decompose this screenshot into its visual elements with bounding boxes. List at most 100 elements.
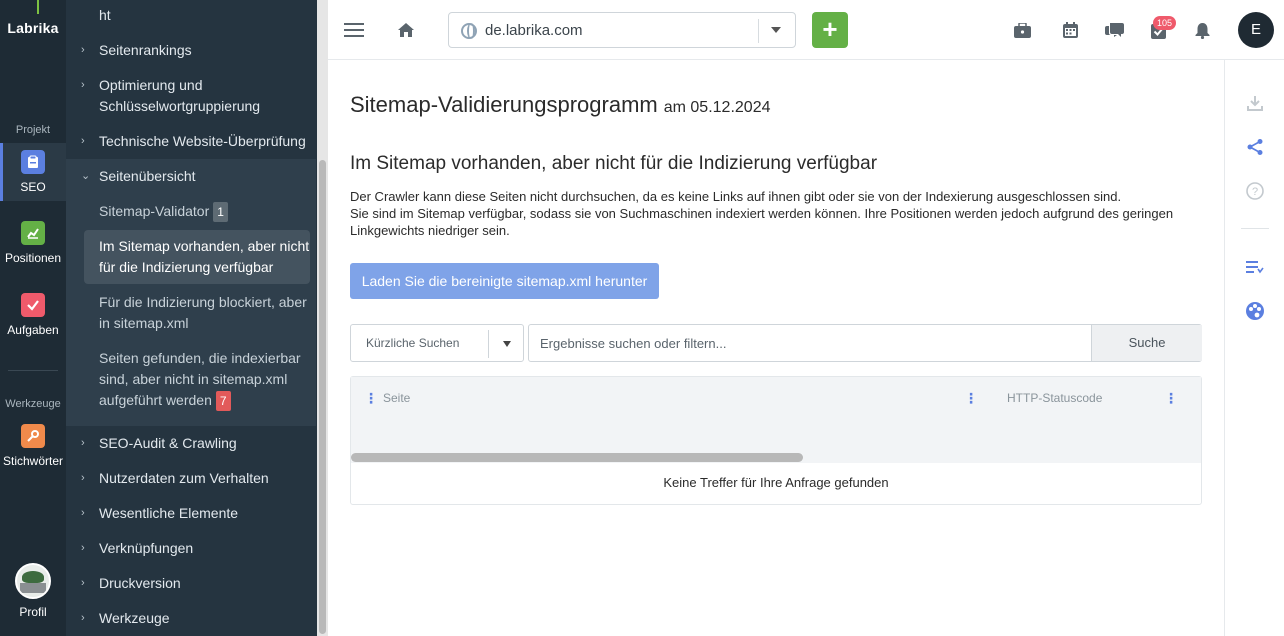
right-toolbar: ? <box>1224 60 1284 636</box>
logo-accent <box>37 0 39 14</box>
results-table: ⋮ Seite ⋮ HTTP-Statuscode ⋮ Keine Treffe… <box>350 376 1202 505</box>
count-badge: 7 <box>215 391 231 412</box>
nav-item-label: ht <box>99 7 111 23</box>
recent-searches-label: Kürzliche Suchen <box>366 336 460 350</box>
calendar-icon[interactable] <box>1060 20 1080 40</box>
share-icon[interactable] <box>1245 137 1265 157</box>
palette-icon[interactable] <box>1245 301 1265 321</box>
nav-scrollbar[interactable] <box>317 0 328 636</box>
help-icon[interactable]: ? <box>1245 181 1265 201</box>
globe-icon <box>461 23 477 39</box>
rail-item-positions[interactable]: Positionen <box>0 221 66 265</box>
notification-badge: 105 <box>1153 16 1177 30</box>
check-icon <box>21 293 45 317</box>
download-sitemap-button[interactable]: Laden Sie die bereinigte sitemap.xml her… <box>350 263 659 299</box>
rail-item-tasks[interactable]: Aufgaben <box>0 293 66 337</box>
chat-icon[interactable] <box>1103 20 1125 40</box>
rail-item-seo[interactable]: SEO <box>0 143 66 201</box>
chart-icon <box>21 221 45 245</box>
nav-item-werkzeuge[interactable]: › Werkzeuge <box>66 608 316 629</box>
nav-item-label: Seitenübersicht <box>99 168 196 184</box>
search-button[interactable]: Suche <box>1091 325 1202 361</box>
empty-state-text: Keine Treffer für Ihre Anfrage gefunden <box>663 475 889 490</box>
chevron-right-icon: › <box>81 577 85 589</box>
key-icon <box>21 424 45 448</box>
nav-item-label: Druckversion <box>99 575 181 591</box>
nav-item-wesentliche-elemente[interactable]: › Wesentliche Elemente <box>66 503 316 524</box>
column-menu-icon[interactable]: ⋮ <box>964 391 978 405</box>
add-button[interactable]: + <box>812 12 848 48</box>
description-line: Der Crawler kann diese Seiten nicht durc… <box>350 189 1122 204</box>
chevron-down-icon: ⌄ <box>81 170 91 182</box>
rail-divider <box>8 370 58 371</box>
nav-item-druckversion[interactable]: › Druckversion <box>66 573 316 594</box>
chevron-right-icon: › <box>81 44 85 56</box>
recent-searches-select[interactable]: Kürzliche Suchen <box>350 324 524 362</box>
toolbar-divider <box>1241 228 1269 229</box>
nav-item-label: Nutzerdaten zum Verhalten <box>99 470 269 486</box>
clipboard-icon <box>21 150 45 174</box>
rail-item-label: Profil <box>19 605 47 619</box>
nav-item-verknuepfungen[interactable]: › Verknüpfungen <box>66 538 316 559</box>
download-icon[interactable] <box>1245 93 1265 113</box>
briefcase-icon[interactable] <box>1012 20 1032 40</box>
rail-item-keywords[interactable]: Stichwörter <box>0 424 66 468</box>
nav-item-optimierung[interactable]: › Optimierung und Schlüsselwortgruppieru… <box>66 75 316 117</box>
subnav-label: Im Sitemap vorhanden, aber nicht für die… <box>99 238 310 275</box>
column-menu-icon[interactable]: ⋮ <box>1164 391 1178 405</box>
subnav-label: Sitemap-Validator <box>99 203 210 219</box>
nav-item-label: Seitenrankings <box>99 42 192 58</box>
subnav-in-sitemap-not-indexable[interactable]: Im Sitemap vorhanden, aber nicht für die… <box>99 236 311 278</box>
domain-value: de.labrika.com <box>485 22 583 39</box>
count-badge: 1 <box>213 202 228 223</box>
nav-item-seo-audit[interactable]: › SEO-Audit & Crawling <box>66 433 316 454</box>
menu-icon[interactable] <box>342 18 366 42</box>
icon-rail: Labrika Projekt SEO Positionen Aufgaben … <box>0 0 66 636</box>
horizontal-scrollbar[interactable] <box>351 453 803 462</box>
app-logo[interactable]: Labrika <box>0 20 66 36</box>
domain-select[interactable]: de.labrika.com <box>448 12 796 48</box>
subnav-blocked-in-sitemap[interactable]: Für die Indizierung blockiert, aber in s… <box>99 292 311 334</box>
nav-item-seitenrankings[interactable]: › Seitenrankings <box>66 40 316 61</box>
chevron-right-icon: › <box>81 79 85 91</box>
profile-avatar <box>15 563 51 599</box>
rail-section-tools: Werkzeuge <box>5 398 61 410</box>
subnav-sitemap-validator[interactable]: Sitemap-Validator 1 <box>99 201 311 223</box>
page-title: Sitemap-Validierungsprogramm am 05.12.202… <box>350 92 770 118</box>
description: Der Crawler kann diese Seiten nicht durc… <box>350 188 1210 239</box>
chevron-right-icon: › <box>81 612 85 624</box>
column-header-http-status[interactable]: HTTP-Statuscode <box>1007 391 1102 405</box>
nav-item-partial[interactable]: ht <box>66 5 316 26</box>
main-content: Sitemap-Validierungsprogramm am 05.12.202… <box>328 60 1224 636</box>
chevron-right-icon: › <box>81 542 85 554</box>
rail-item-profile[interactable]: Profil <box>0 563 66 619</box>
home-icon[interactable] <box>394 18 418 42</box>
svg-text:?: ? <box>1252 186 1258 198</box>
chevron-right-icon: › <box>81 437 85 449</box>
nav-scroll-thumb[interactable] <box>319 160 326 634</box>
chevron-down-icon[interactable] <box>771 27 781 33</box>
column-header-page[interactable]: Seite <box>383 391 410 405</box>
list-icon[interactable] <box>1245 257 1265 277</box>
subnav-label: Für die Indizierung blockiert, aber in s… <box>99 294 307 331</box>
bell-icon[interactable] <box>1192 20 1212 40</box>
nav-item-nutzerdaten[interactable]: › Nutzerdaten zum Verhalten <box>66 468 316 489</box>
subnav-not-in-sitemap[interactable]: Seiten gefunden, die indexierbar sind, a… <box>99 348 311 412</box>
chevron-right-icon: › <box>81 135 85 147</box>
rail-item-label: Aufgaben <box>7 323 59 337</box>
nav-item-label: Optimierung und Schlüsselwortgruppierung <box>99 77 261 114</box>
user-avatar[interactable]: E <box>1238 12 1274 48</box>
rail-section-project: Projekt <box>15 124 51 136</box>
top-bar: de.labrika.com + 105 E <box>328 0 1284 60</box>
nav-item-label: Wesentliche Elemente <box>99 505 239 521</box>
column-menu-icon[interactable]: ⋮ <box>364 391 378 405</box>
nav-item-seitenuebersicht[interactable]: ⌄ Seitenübersicht <box>66 166 316 187</box>
secondary-nav: ht › Seitenrankings › Optimierung und Sc… <box>66 0 328 636</box>
search-input[interactable] <box>529 325 1091 361</box>
nav-item-technische-pruefung[interactable]: › Technische Website-Überprüfung <box>66 131 316 152</box>
rail-item-label: Stichwörter <box>2 454 64 468</box>
subnav-label: Seiten gefunden, die indexierbar sind, a… <box>99 350 301 408</box>
caret-down-icon[interactable] <box>503 341 511 347</box>
page-title-text: Sitemap-Validierungsprogramm <box>350 92 658 117</box>
rail-item-label: SEO <box>20 180 46 194</box>
